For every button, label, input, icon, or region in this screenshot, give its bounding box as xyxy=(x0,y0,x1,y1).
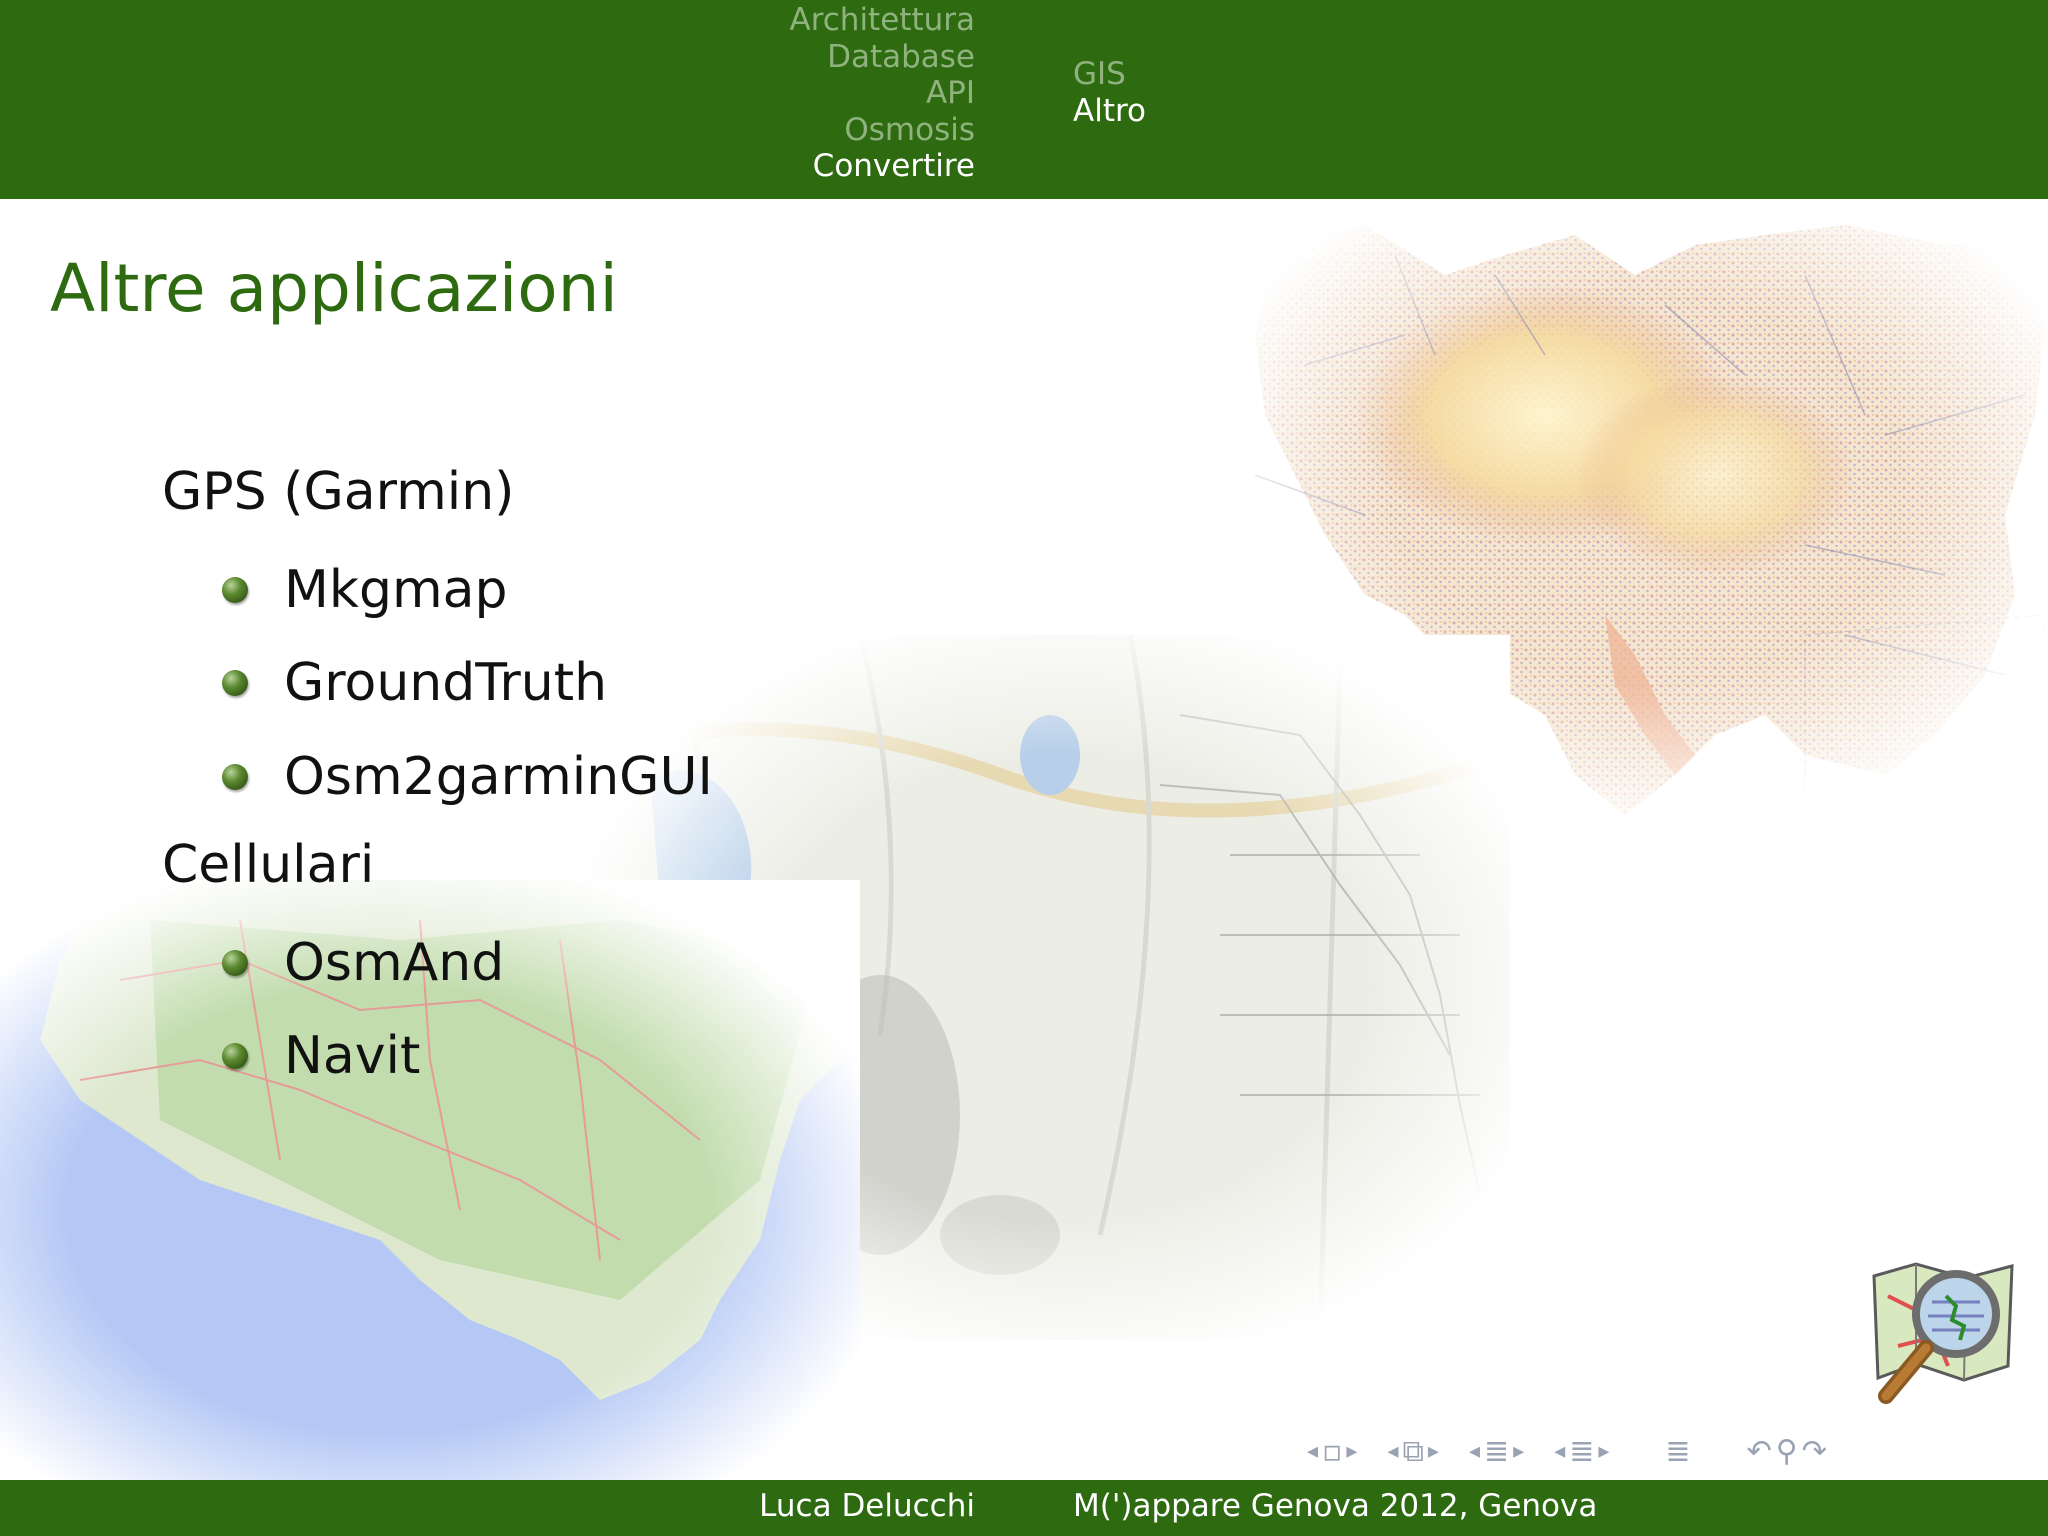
list-item-label: Osm2garminGUI xyxy=(284,747,713,807)
section-nav-right: GIS Altro xyxy=(1073,56,1146,129)
section-icon[interactable]: ≣ xyxy=(1569,1434,1594,1470)
subsection-next-arrow-icon[interactable]: ▸ xyxy=(1513,1434,1524,1470)
section-prev-arrow-icon[interactable]: ◂ xyxy=(1554,1434,1565,1470)
header-nav-bar: Architettura Database API Osmosis Conver… xyxy=(0,0,2048,199)
slide-prev-arrow-icon[interactable]: ◂ xyxy=(1307,1434,1318,1470)
nav-link-gis[interactable]: GIS xyxy=(1073,56,1146,93)
bullet-icon xyxy=(222,764,248,790)
list-item-label: OsmAnd xyxy=(284,933,505,993)
footer-bar: Luca Delucchi M(')appare Genova 2012, Ge… xyxy=(0,1480,2048,1536)
list-item: Osm2garminGUI xyxy=(222,747,713,807)
bullet-icon xyxy=(222,577,248,603)
list-item: OsmAnd xyxy=(222,933,504,993)
list-item-label: Navit xyxy=(284,1026,421,1086)
openstreetmap-magnifier-logo xyxy=(1872,1262,2014,1404)
nav-link-convertire[interactable]: Convertire xyxy=(789,148,975,185)
list-item: Navit xyxy=(222,1026,420,1086)
footer-event: M(')appare Genova 2012, Genova xyxy=(1073,1488,1598,1524)
bullet-icon xyxy=(222,670,248,696)
subsection-prev-arrow-icon[interactable]: ◂ xyxy=(1469,1434,1480,1470)
nav-link-database[interactable]: Database xyxy=(789,39,975,76)
slide-next-arrow-icon[interactable]: ▸ xyxy=(1346,1434,1357,1470)
nav-link-architettura[interactable]: Architettura xyxy=(789,2,975,39)
search-icon[interactable]: ⚲ xyxy=(1776,1434,1798,1470)
document-icon[interactable]: ≣ xyxy=(1665,1434,1690,1470)
list-item: Mkgmap xyxy=(222,560,508,620)
list-item-label: Mkgmap xyxy=(284,560,508,620)
section-next-arrow-icon[interactable]: ▸ xyxy=(1598,1434,1609,1470)
subsection-icon[interactable]: ≣ xyxy=(1484,1434,1509,1470)
nav-link-api[interactable]: API xyxy=(789,75,975,112)
slide-icon[interactable]: ▫ xyxy=(1322,1434,1342,1470)
nav-link-osmosis[interactable]: Osmosis xyxy=(789,112,975,149)
forward-icon[interactable]: ↷ xyxy=(1802,1434,1827,1470)
group-heading-gps: GPS (Garmin) xyxy=(162,462,515,522)
frame-next-arrow-icon[interactable]: ▸ xyxy=(1428,1434,1439,1470)
slide-title: Altre applicazioni xyxy=(50,250,618,327)
group-heading-cellulari: Cellulari xyxy=(162,835,375,895)
beamer-navigation-controls: ◂ ▫ ▸ ◂ ⧉ ▸ ◂ ≣ ▸ ◂ ≣ ▸ ≣ ↶ ⚲ ↷ xyxy=(1305,1434,1829,1470)
bullet-icon xyxy=(222,950,248,976)
frame-icon[interactable]: ⧉ xyxy=(1402,1434,1423,1470)
nav-link-altro[interactable]: Altro xyxy=(1073,93,1146,130)
list-item-label: GroundTruth xyxy=(284,653,608,713)
list-item: GroundTruth xyxy=(222,653,607,713)
bullet-icon xyxy=(222,1043,248,1069)
back-icon[interactable]: ↶ xyxy=(1747,1434,1772,1470)
section-nav-left: Architettura Database API Osmosis Conver… xyxy=(789,2,975,185)
frame-prev-arrow-icon[interactable]: ◂ xyxy=(1387,1434,1398,1470)
footer-author: Luca Delucchi xyxy=(759,1488,975,1524)
